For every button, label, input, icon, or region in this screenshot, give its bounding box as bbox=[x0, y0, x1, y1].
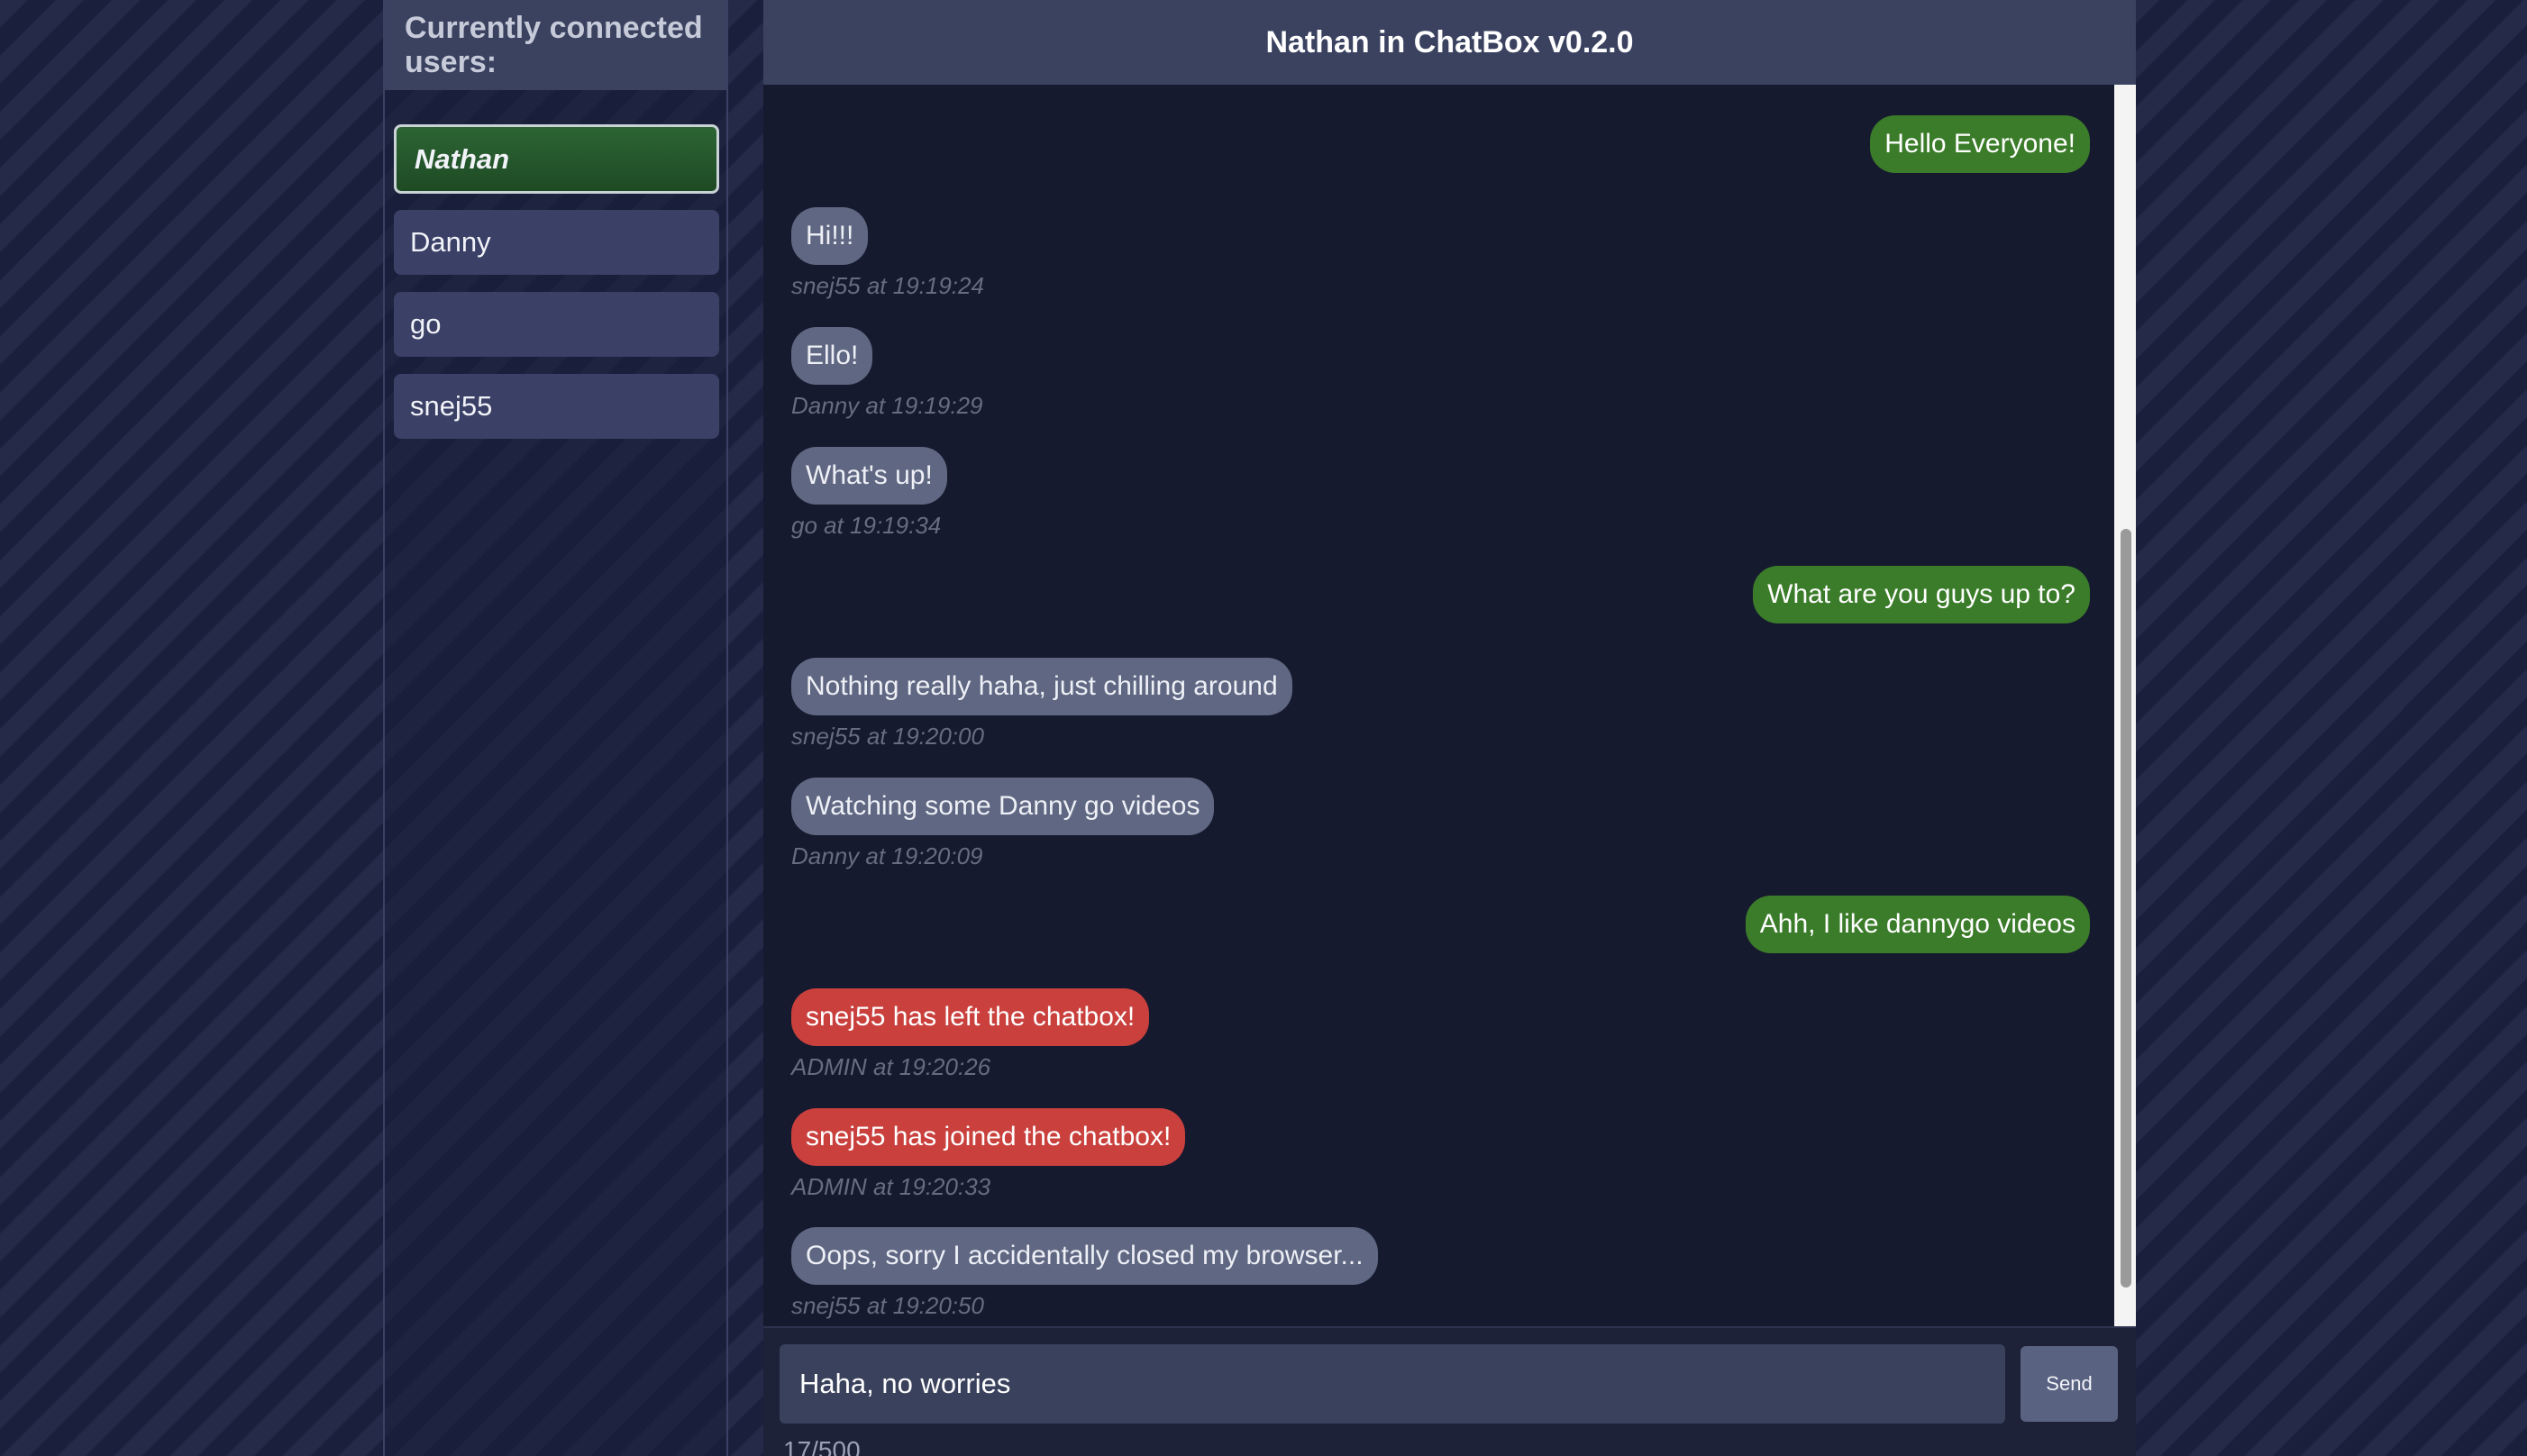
message-item: Ello! Danny at 19:19:29 bbox=[791, 327, 983, 420]
send-button[interactable]: Send bbox=[2021, 1346, 2118, 1422]
user-item-nathan[interactable]: Nathan bbox=[394, 124, 719, 194]
message-bubble: Oops, sorry I accidentally closed my bro… bbox=[791, 1227, 1378, 1285]
message-item: snej55 has joined the chatbox! ADMIN at … bbox=[791, 1108, 1186, 1201]
system-message-bubble: snej55 has joined the chatbox! bbox=[791, 1108, 1186, 1166]
message-bubble: Hello Everyone! bbox=[1870, 115, 2090, 173]
user-list: Nathan Danny go snej55 bbox=[394, 124, 719, 456]
chat-panel: Nathan in ChatBox v0.2.0 Hello Everyone!… bbox=[763, 0, 2136, 1456]
message-meta: snej55 at 19:19:24 bbox=[791, 272, 984, 299]
message-meta: Danny at 19:19:29 bbox=[791, 392, 983, 419]
message-item: What are you guys up to? bbox=[1753, 566, 2090, 623]
user-item-danny[interactable]: Danny bbox=[394, 210, 719, 275]
chat-title: Nathan in ChatBox v0.2.0 bbox=[763, 0, 2136, 85]
message-meta: Danny at 19:20:09 bbox=[791, 842, 983, 869]
message-scrollbar[interactable] bbox=[2114, 85, 2136, 1326]
message-item: Hello Everyone! bbox=[1870, 115, 2090, 173]
message-bubble: Nothing really haha, just chilling aroun… bbox=[791, 658, 1292, 715]
message-input[interactable] bbox=[780, 1344, 2005, 1424]
message-meta: ADMIN at 19:20:33 bbox=[791, 1173, 991, 1200]
message-bubble: Hi!!! bbox=[791, 207, 869, 265]
scrollbar-thumb[interactable] bbox=[2121, 529, 2131, 1288]
message-item: Nothing really haha, just chilling aroun… bbox=[791, 658, 1292, 751]
character-count: 17/500 bbox=[783, 1436, 861, 1456]
message-bubble: Watching some Danny go videos bbox=[791, 778, 1215, 835]
message-bubble: Ello! bbox=[791, 327, 873, 385]
message-item: Hi!!! snej55 at 19:19:24 bbox=[791, 207, 984, 300]
user-item-snej55[interactable]: snej55 bbox=[394, 374, 719, 439]
sidebar-title: Currently connected users: bbox=[385, 0, 726, 90]
message-item: snej55 has left the chatbox! ADMIN at 19… bbox=[791, 988, 1150, 1081]
message-item: Ahh, I like dannygo videos bbox=[1745, 896, 2090, 953]
user-item-go[interactable]: go bbox=[394, 292, 719, 357]
message-meta: snej55 at 19:20:00 bbox=[791, 723, 984, 750]
message-item: What's up! go at 19:19:34 bbox=[791, 447, 947, 540]
message-bubble: Ahh, I like dannygo videos bbox=[1745, 896, 2090, 953]
message-bubble: What are you guys up to? bbox=[1753, 566, 2090, 623]
users-sidebar: Currently connected users: Nathan Danny … bbox=[383, 0, 728, 1456]
message-bubble: What's up! bbox=[791, 447, 947, 505]
message-list[interactable]: Hello Everyone! Hi!!! snej55 at 19:19:24… bbox=[763, 85, 2136, 1326]
message-composer: Send 17/500 bbox=[763, 1326, 2136, 1456]
message-meta: ADMIN at 19:20:26 bbox=[791, 1053, 991, 1080]
message-item: Oops, sorry I accidentally closed my bro… bbox=[791, 1227, 1378, 1320]
message-item: Watching some Danny go videos Danny at 1… bbox=[791, 778, 1215, 870]
message-meta: go at 19:19:34 bbox=[791, 512, 942, 539]
message-meta: snej55 at 19:20:50 bbox=[791, 1292, 984, 1319]
system-message-bubble: snej55 has left the chatbox! bbox=[791, 988, 1150, 1046]
